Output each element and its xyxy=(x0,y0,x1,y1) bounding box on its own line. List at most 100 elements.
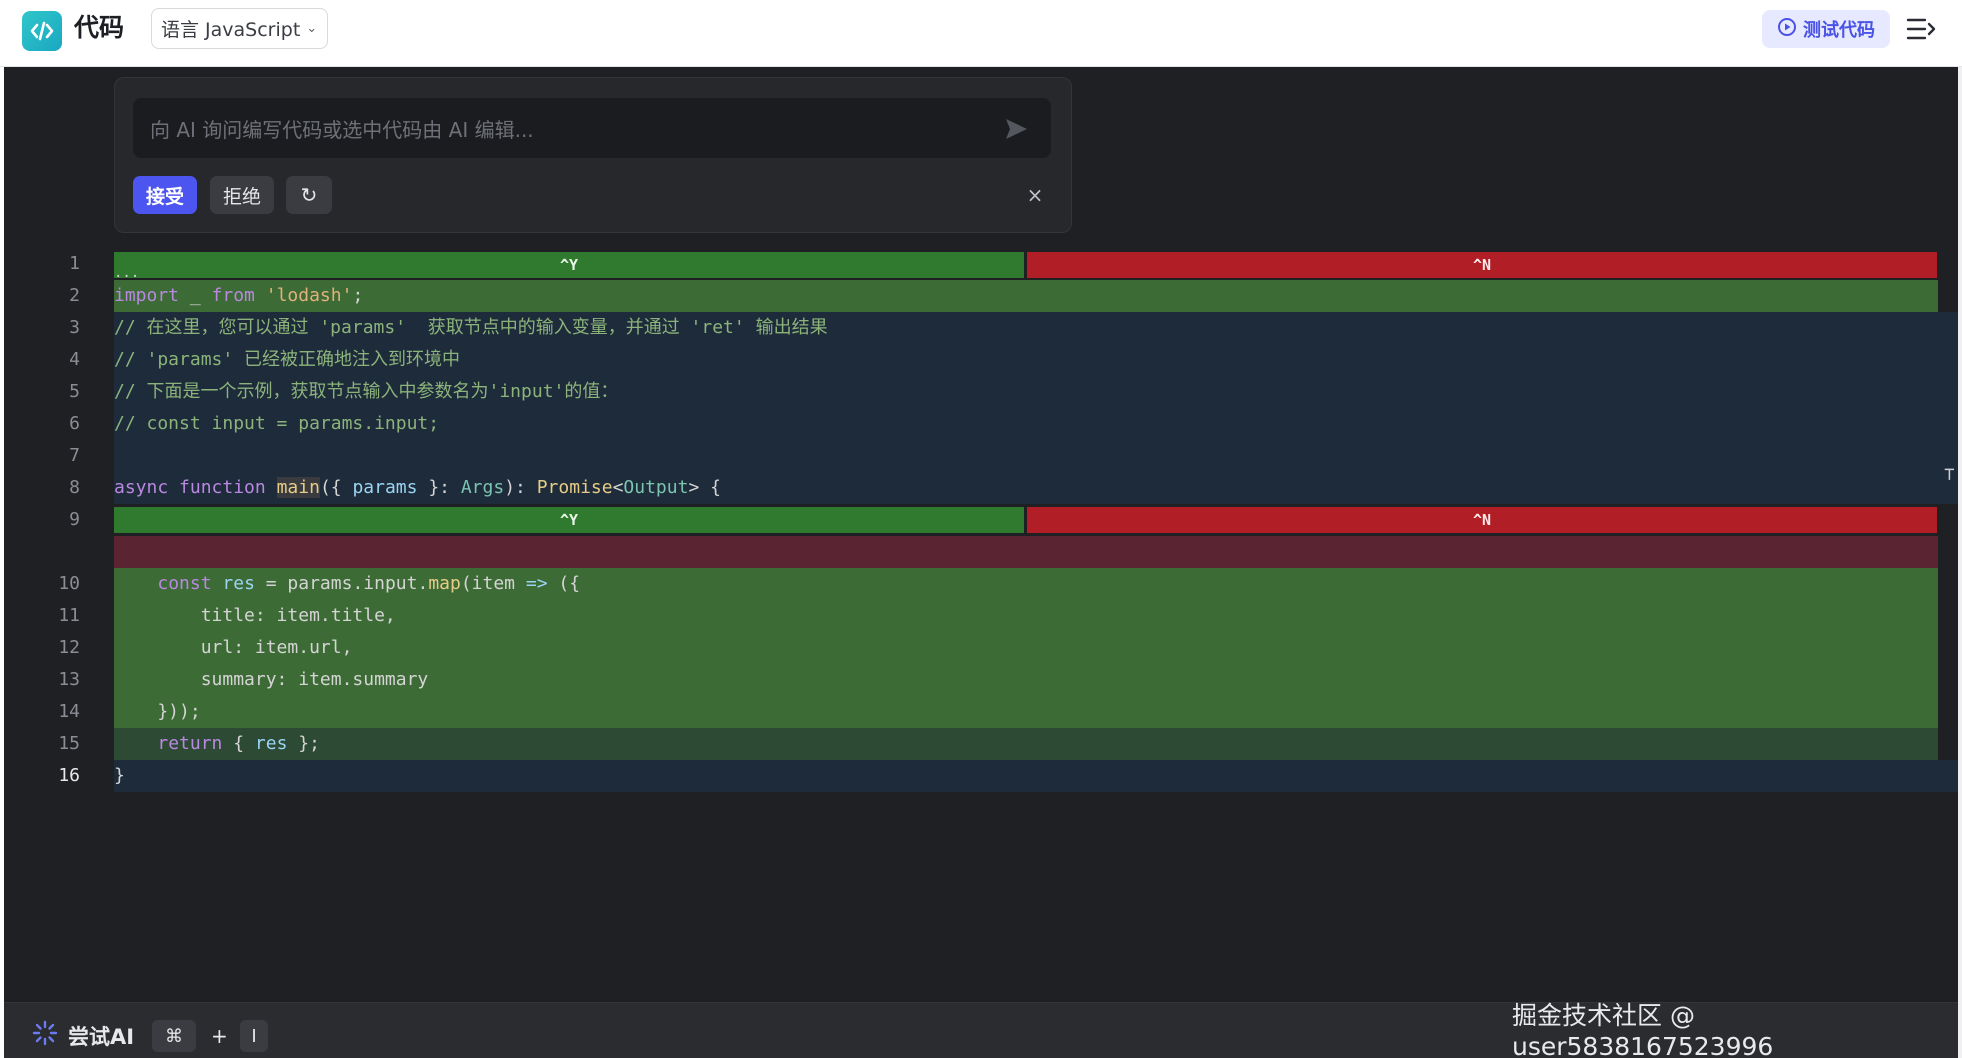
token: params xyxy=(287,573,353,594)
code-line-11[interactable]: title: item.title, xyxy=(114,600,1938,632)
token: ({ xyxy=(319,477,353,498)
line-number: 15 xyxy=(58,733,80,754)
code-line-4[interactable]: // 'params' 已经被正确地注入到环境中 xyxy=(114,344,1958,376)
test-code-button[interactable]: 测试代码 xyxy=(1762,10,1890,48)
refresh-icon: ↻ xyxy=(300,183,318,207)
token: }; xyxy=(287,733,320,754)
reject-hunk-button[interactable]: ^N xyxy=(1027,252,1937,278)
token: .input. xyxy=(352,573,429,594)
token: params xyxy=(352,477,418,498)
token: const xyxy=(157,573,212,594)
line-number: 3 xyxy=(69,317,80,338)
line-number: 1 xyxy=(69,253,80,274)
try-ai-label: 尝试AI xyxy=(68,1024,135,1049)
token: function xyxy=(179,477,266,498)
language-select-label: 语言 JavaScript xyxy=(161,19,301,41)
ai-prompt-panel: 向 AI 询问编写代码或选中代码由 AI 编辑... 接受 拒绝 ↻ × xyxy=(114,77,1072,233)
test-code-label: 测试代码 xyxy=(1803,20,1875,41)
token: main xyxy=(276,477,320,498)
line-number: 13 xyxy=(58,669,80,690)
line-number: 10 xyxy=(58,573,80,594)
token: from xyxy=(211,285,255,306)
right-edge xyxy=(1958,67,1962,1058)
line-number-active: 16 xyxy=(58,765,80,786)
code-line-15[interactable]: return { res }; xyxy=(114,728,1938,760)
token: res xyxy=(222,573,255,594)
code-line-2[interactable]: import _ from 'lodash'; xyxy=(114,280,1938,312)
token: item xyxy=(471,573,516,594)
token: = xyxy=(254,573,288,594)
code-line-6[interactable]: // const input = params.input; xyxy=(114,408,1958,440)
token: ( xyxy=(460,573,472,594)
line-number: 12 xyxy=(58,637,80,658)
accept-hunk-button[interactable]: ^Y xyxy=(114,507,1024,533)
send-icon[interactable] xyxy=(1003,116,1029,142)
token: => xyxy=(515,573,559,594)
language-select[interactable]: 语言 JavaScript ⌄ xyxy=(151,8,329,49)
code-line-3[interactable]: // 在这里，您可以通过 'params' 获取节点中的输入变量，并通过 're… xyxy=(114,312,1958,344)
code-line-12[interactable]: url: item.url, xyxy=(114,632,1938,664)
code-line-8[interactable]: async function main({ params }: Args): P… xyxy=(114,472,1958,504)
token: < xyxy=(612,477,624,498)
removed-line xyxy=(114,536,1938,600)
code-line-10[interactable]: const res = params.input.map(item => ({ xyxy=(114,568,1938,600)
code-line-13[interactable]: summary: item.summary xyxy=(114,664,1938,696)
page-title: 代码 xyxy=(74,13,125,42)
ai-prompt-input[interactable]: 向 AI 询问编写代码或选中代码由 AI 编辑... xyxy=(133,98,1051,158)
text-cursor-icon: ⊤ xyxy=(1944,464,1955,485)
token: Promise xyxy=(536,477,613,498)
line-number: 4 xyxy=(69,349,80,370)
token: > { xyxy=(688,477,721,498)
token: ): xyxy=(504,477,537,498)
app-header: 代码 语言 JavaScript ⌄ 测试代码 xyxy=(0,0,1962,67)
line-number: 5 xyxy=(69,381,80,402)
token: ({ xyxy=(558,573,581,594)
token: 'lodash' xyxy=(265,285,353,306)
token: map xyxy=(428,573,461,594)
accept-button[interactable]: 接受 xyxy=(133,176,197,214)
close-icon[interactable]: × xyxy=(1022,182,1048,208)
token: Output xyxy=(623,477,689,498)
plus-sign: + xyxy=(211,1024,228,1048)
code-line-7[interactable] xyxy=(114,440,1958,472)
watermark: 掘金技术社区 @ user5838167523996 xyxy=(1512,1001,1774,1058)
line-number: 6 xyxy=(69,413,80,434)
code-brackets-icon xyxy=(22,11,62,51)
token: async xyxy=(114,477,169,498)
line-number: 11 xyxy=(58,605,80,626)
play-circle-icon xyxy=(1777,17,1797,42)
sparkle-icon xyxy=(32,1020,58,1051)
token: { xyxy=(222,733,255,754)
token: res xyxy=(254,733,288,754)
collapse-menu-icon[interactable] xyxy=(1905,14,1937,44)
code-line-16[interactable]: } xyxy=(114,760,1958,792)
accept-hunk-button[interactable]: ^Y xyxy=(114,252,1024,278)
code-line-14[interactable]: })); xyxy=(114,696,1938,728)
key-i: I xyxy=(240,1020,268,1052)
line-number: 9 xyxy=(69,509,80,530)
code-line-5[interactable]: // 下面是一个示例，获取节点输入中参数名为'input'的值： xyxy=(114,376,1958,408)
line-number: 8 xyxy=(69,477,80,498)
try-ai-hint[interactable]: 尝试AI xyxy=(32,1020,134,1051)
line-number: 2 xyxy=(69,285,80,306)
line-number: 14 xyxy=(58,701,80,722)
token: return xyxy=(157,733,223,754)
token: ; xyxy=(352,285,364,306)
token: }: xyxy=(417,477,461,498)
token: Args xyxy=(460,477,505,498)
regenerate-button[interactable]: ↻ xyxy=(286,176,332,214)
chevron-down-icon: ⌄ xyxy=(306,21,318,36)
line-number: 7 xyxy=(69,445,80,466)
reject-button[interactable]: 拒绝 xyxy=(210,176,274,214)
ai-prompt-placeholder: 向 AI 询问编写代码或选中代码由 AI 编辑... xyxy=(150,117,534,142)
token: import xyxy=(114,285,180,306)
key-cmd: ⌘ xyxy=(152,1020,196,1052)
reject-hunk-button[interactable]: ^N xyxy=(1027,507,1937,533)
token: _ xyxy=(179,285,212,306)
